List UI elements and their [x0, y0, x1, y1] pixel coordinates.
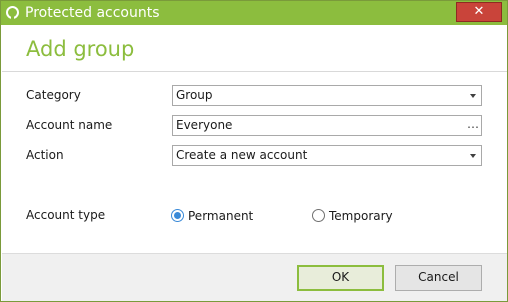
- chevron-down-icon: [470, 154, 476, 158]
- window-title: Protected accounts: [25, 5, 160, 21]
- chevron-down-icon: [470, 94, 476, 98]
- dialog-footer: OK Cancel: [2, 253, 507, 301]
- category-value: Group: [176, 88, 213, 102]
- action-value: Create a new account: [176, 148, 308, 162]
- heading-divider: [2, 71, 507, 72]
- account-name-label: Account name: [26, 118, 113, 132]
- dialog-heading: Add group: [26, 37, 135, 61]
- account-type-label: Account type: [26, 208, 106, 222]
- app-logo-icon: [6, 6, 19, 19]
- permanent-radio-label[interactable]: Permanent: [188, 209, 253, 224]
- protected-accounts-dialog: Protected accounts ✕ Add group Category …: [0, 0, 508, 302]
- action-select[interactable]: Create a new account: [172, 145, 482, 166]
- category-select[interactable]: Group: [172, 85, 482, 106]
- close-button[interactable]: ✕: [456, 2, 502, 22]
- cancel-button[interactable]: Cancel: [395, 265, 482, 291]
- temporary-radio[interactable]: [312, 209, 325, 222]
- temporary-radio-label[interactable]: Temporary: [329, 209, 393, 224]
- browse-ellipsis-button[interactable]: …: [467, 117, 479, 132]
- ok-button[interactable]: OK: [297, 265, 384, 291]
- category-label: Category: [26, 88, 81, 102]
- action-label: Action: [26, 148, 64, 162]
- account-name-field[interactable]: Everyone …: [172, 115, 482, 136]
- permanent-radio[interactable]: [171, 209, 184, 222]
- title-bar[interactable]: Protected accounts ✕: [1, 1, 507, 25]
- account-name-value: Everyone: [176, 118, 233, 132]
